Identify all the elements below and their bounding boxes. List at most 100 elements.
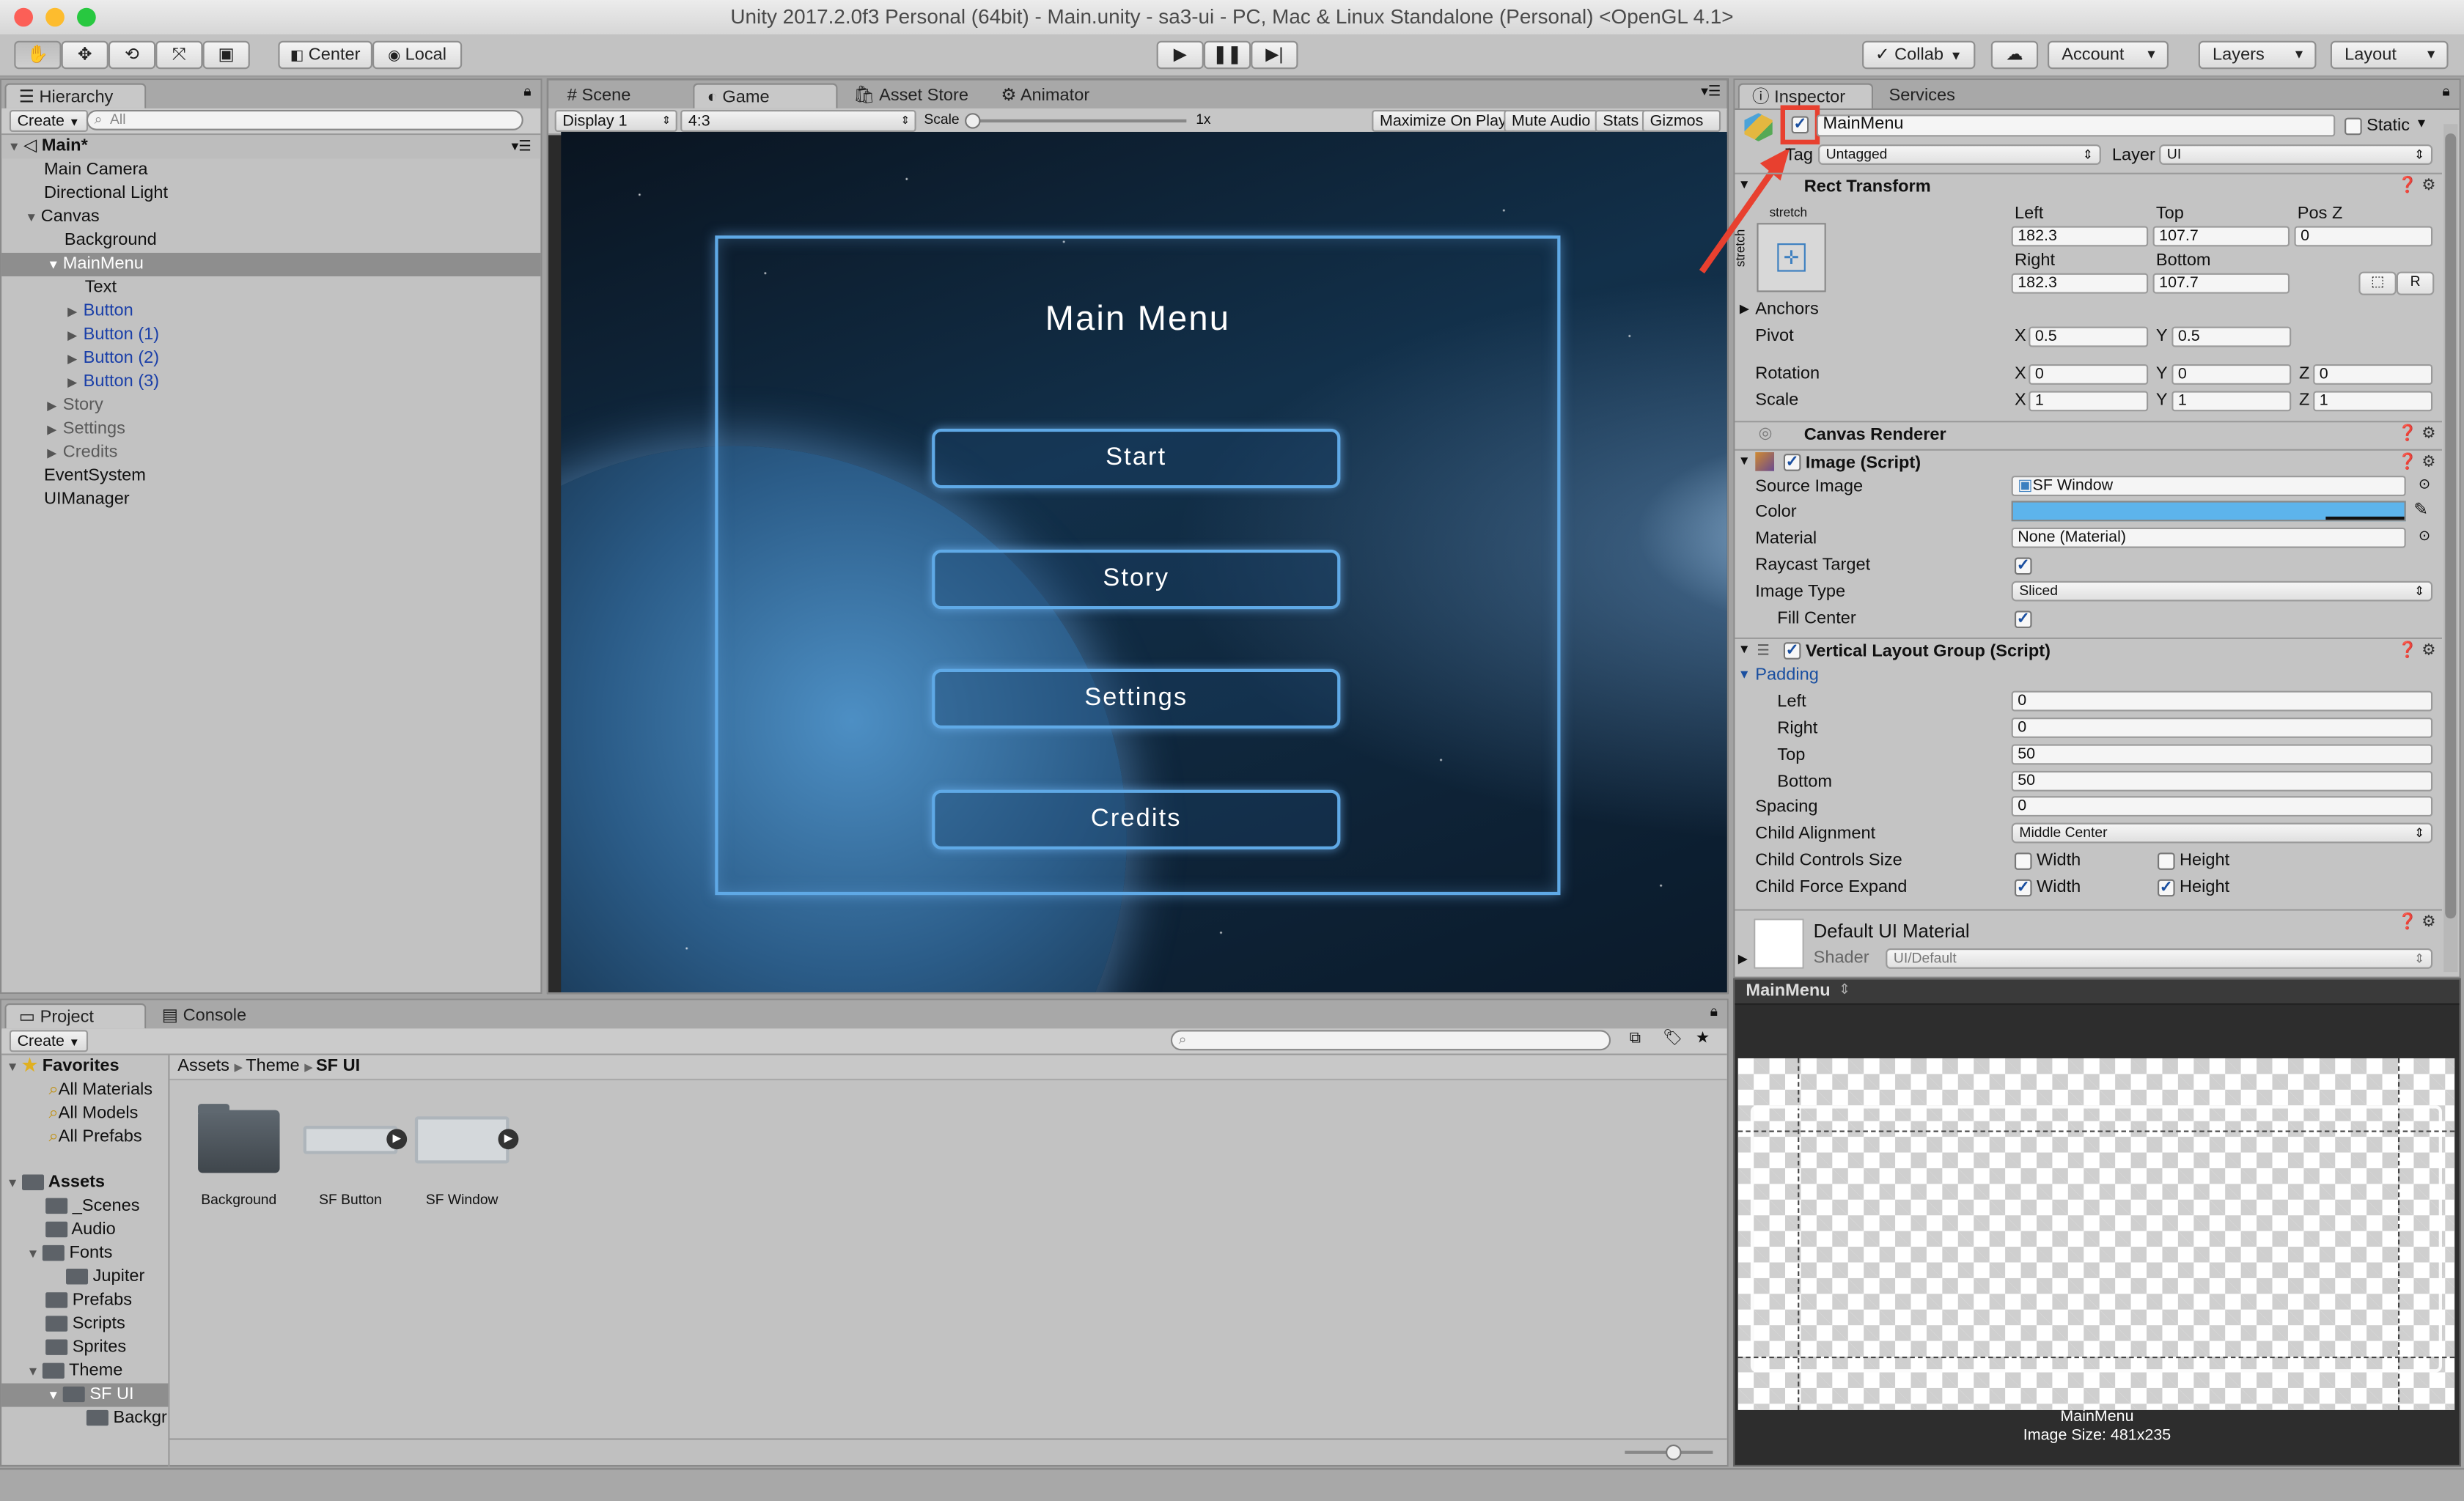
hierarchy-item[interactable]: ▶ Credits (1, 441, 540, 465)
fill-center-checkbox[interactable]: ✓ (2014, 611, 2032, 628)
hierarchy-item[interactable]: ▶ Button (1, 300, 540, 323)
material-field[interactable]: None (Material) (2011, 527, 2406, 548)
folder-item-selected[interactable]: ▼ SF UI (1, 1383, 169, 1407)
scale-tool-button[interactable]: ⤧ (155, 40, 203, 70)
object-name-field[interactable]: MainMenu (1816, 114, 2336, 137)
folder-item[interactable]: Backgr (1, 1407, 168, 1431)
inspector-scrollbar-thumb[interactable] (2445, 133, 2457, 919)
zoom-window-button[interactable] (77, 7, 96, 27)
account-dropdown[interactable]: Account ▼ (2047, 40, 2169, 70)
expand-arrow-icon[interactable]: ▼ (47, 253, 62, 276)
expand-arrow-icon[interactable]: ▼ (1738, 668, 1751, 682)
vertical-layout-group-header[interactable]: ▼ ☰ ✓ Vertical Layout Group (Script) ❓ ⚙ (1735, 637, 2442, 666)
menu-icon[interactable]: ▾☰ (512, 135, 532, 158)
folder-item[interactable]: ▼ Theme (1, 1360, 168, 1383)
expand-arrow-icon[interactable]: ▼ (7, 1171, 22, 1195)
credits-button[interactable]: Credits (932, 789, 1341, 850)
padding-top-field[interactable]: 50 (2011, 744, 2433, 765)
aspect-dropdown[interactable]: 4:3 ⇕ (680, 109, 916, 132)
material-header[interactable]: Default UI Material Shader UI/Default ⇕ ▶… (1735, 909, 2442, 973)
asset-label[interactable]: Background (176, 1192, 301, 1207)
expand-arrow-icon[interactable]: ▶ (47, 418, 62, 441)
tab-scene[interactable]: # Scene (555, 84, 690, 108)
start-button[interactable]: Start (932, 428, 1341, 489)
right-field[interactable]: 182.3 (2011, 273, 2149, 294)
assets-row[interactable]: ▼ Assets (1, 1171, 168, 1195)
expand-arrow-icon[interactable]: ▶ (47, 441, 62, 465)
gizmos-dropdown[interactable]: Gizmos ▼ (1641, 109, 1721, 150)
collab-dropdown[interactable]: ✓ Collab ▼ (1862, 40, 1976, 70)
anchor-preset-button[interactable]: ✛ (1757, 223, 1826, 292)
breadcrumb-item[interactable]: SF UI (316, 1057, 360, 1076)
tab-animator[interactable]: ⚙ Animator (988, 84, 1133, 108)
icon-size-slider-thumb[interactable] (1666, 1445, 1682, 1461)
controls-width-checkbox[interactable] (2014, 852, 2032, 870)
folder-item[interactable]: Prefabs (1, 1289, 168, 1313)
image-script-header[interactable]: ▼ ✓ Image (Script) ❓ ⚙ (1735, 449, 2442, 478)
hierarchy-item[interactable]: Text (1, 276, 540, 300)
layout-dropdown[interactable]: Layout ▼ (2330, 40, 2449, 70)
step-button[interactable]: ▶| (1251, 40, 1298, 70)
tab-project[interactable]: ▭ Project (4, 1003, 147, 1029)
hierarchy-item[interactable]: ▶ Story (1, 394, 540, 418)
scene-row[interactable]: ▼ ◁ Main* ▾☰ (1, 135, 541, 159)
scale-z-field[interactable]: 1 (2313, 391, 2433, 412)
expand-arrow-icon[interactable]: ▼ (47, 1383, 62, 1406)
controls-height-checkbox[interactable] (2158, 852, 2175, 870)
scale-slider[interactable] (965, 113, 1187, 129)
vlg-enabled-checkbox[interactable]: ✓ (1783, 642, 1801, 660)
project-search-input[interactable]: ⌕ (1170, 1030, 1611, 1051)
lock-icon[interactable]: 🔒︎ (523, 84, 531, 101)
asset-label[interactable]: SF Button (287, 1192, 413, 1207)
component-help-icon[interactable]: ❓ ⚙ (2398, 642, 2436, 660)
expand-arrow-icon[interactable]: ▼ (26, 1360, 42, 1383)
padding-label[interactable]: Padding (1755, 665, 1819, 685)
padding-right-field[interactable]: 0 (2011, 718, 2433, 738)
folder-item[interactable]: Audio (1, 1219, 168, 1242)
tab-asset-store[interactable]: 🛍︎ Asset Store (841, 84, 985, 108)
settings-button[interactable]: Settings (932, 668, 1341, 729)
folder-item[interactable]: _Scenes (1, 1195, 168, 1218)
hierarchy-item[interactable]: ▶ Button (3) (1, 371, 540, 394)
hierarchy-search-input[interactable]: ⌕ All (86, 109, 523, 130)
sf-button-thumbnail[interactable] (303, 1126, 398, 1154)
hierarchy-item[interactable]: EventSystem (1, 465, 540, 488)
cloud-button[interactable]: ☁ (1990, 40, 2039, 70)
pivot-center-button[interactable]: ◧ Center (278, 40, 373, 70)
preview-header[interactable]: MainMenu ⇕ (1735, 979, 2460, 1006)
maximize-on-play-toggle[interactable]: Maximize On Play (1372, 109, 1515, 132)
folder-item[interactable]: Sprites (1, 1336, 168, 1360)
hierarchy-create-button[interactable]: Create ▼ (9, 109, 88, 132)
source-image-field[interactable]: ▣SF Window (2011, 476, 2406, 496)
expand-arrow-icon[interactable]: ▼ (7, 1055, 22, 1079)
breadcrumb-item[interactable]: Theme (246, 1057, 299, 1076)
posz-field[interactable]: 0 (2294, 226, 2433, 247)
expand-arrow-icon[interactable]: ▼ (8, 135, 23, 158)
tab-services[interactable]: Services (1876, 84, 1986, 108)
top-field[interactable]: 107.7 (2152, 226, 2290, 247)
expand-arrow-icon[interactable]: ▶ (1740, 301, 1749, 315)
scale-x-field[interactable]: 1 (2029, 391, 2149, 412)
expand-arrow-icon[interactable]: ▶ (47, 394, 62, 418)
force-width-checkbox[interactable]: ✓ (2014, 879, 2032, 897)
close-window-button[interactable] (14, 7, 34, 27)
pivot-x-field[interactable]: 0.5 (2029, 326, 2149, 347)
left-field[interactable]: 182.3 (2011, 226, 2149, 247)
inspector-scrollbar[interactable] (2443, 124, 2458, 973)
expand-arrow-icon[interactable]: ▶ (67, 323, 83, 347)
favorite-star-icon[interactable]: ★ (1696, 1030, 1710, 1047)
hierarchy-item[interactable]: Main Camera (1, 158, 540, 182)
expand-arrow-icon[interactable]: ▼ (1738, 454, 1751, 468)
hierarchy-item[interactable]: Directional Light (1, 182, 540, 206)
image-enabled-checkbox[interactable]: ✓ (1783, 454, 1801, 471)
tab-console[interactable]: ▤ Console (150, 1003, 275, 1028)
hierarchy-item[interactable]: UIManager (1, 488, 540, 512)
layers-dropdown[interactable]: Layers ▼ (2198, 40, 2317, 70)
eyedropper-icon[interactable]: ✎ (2413, 499, 2428, 520)
scale-slider-thumb[interactable] (965, 113, 981, 129)
padding-left-field[interactable]: 0 (2011, 690, 2433, 712)
object-picker-icon[interactable]: ⊙ (2419, 476, 2430, 493)
hierarchy-item[interactable]: ▶ Settings (1, 418, 540, 441)
object-picker-icon[interactable]: ⊙ (2419, 528, 2430, 545)
tab-game[interactable]: ◐ Game (693, 83, 838, 108)
